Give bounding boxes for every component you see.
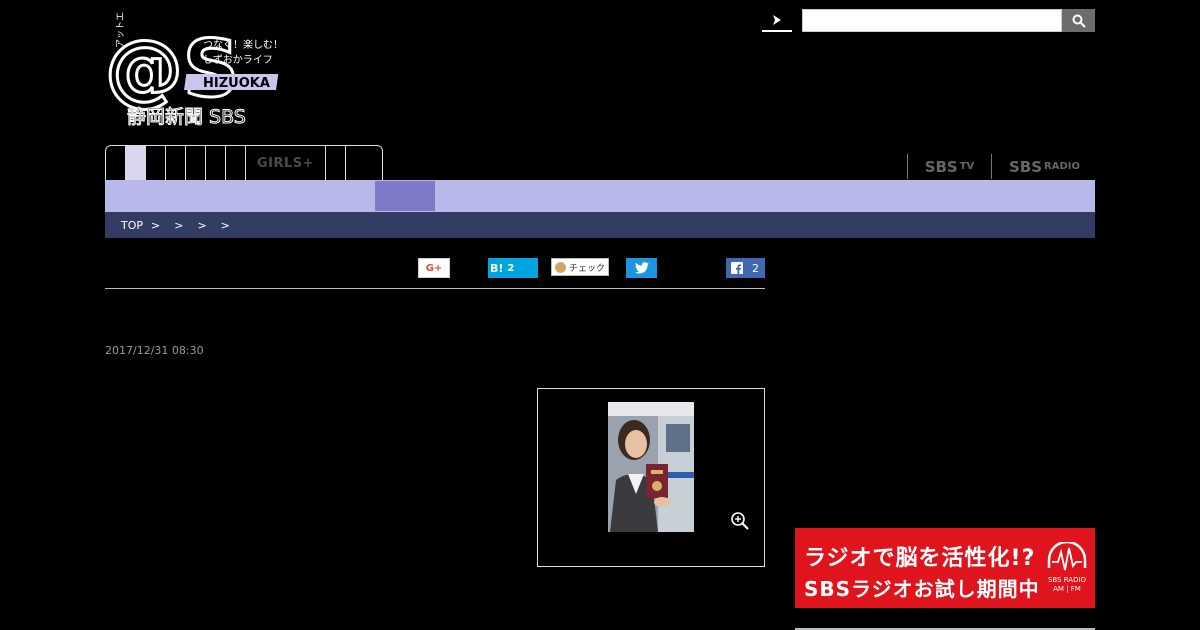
breadcrumb-top[interactable]: TOP [121, 219, 143, 232]
ad-subheadline: SBSラジオお試し期間中 [804, 577, 1040, 601]
article-header-divider [105, 288, 765, 289]
nav-tab-active[interactable] [126, 146, 146, 180]
nav-tab-girls[interactable]: GIRLS+ [246, 146, 326, 180]
facebook-icon [731, 262, 743, 274]
sbs-radio-link[interactable]: SBS RADIO [991, 154, 1097, 179]
search-icon [1072, 14, 1086, 28]
breadcrumb-separator: > [174, 218, 184, 232]
ad-logo-text: SBS RADIO AM | FM [1040, 576, 1094, 594]
hatena-bookmark-button[interactable]: B! 2 [488, 258, 538, 278]
search-toggle-underline [762, 30, 792, 32]
nav-tab-9[interactable] [326, 146, 346, 180]
brand-links: SBS TV SBS RADIO [907, 154, 1097, 179]
mixi-label: チェック [569, 263, 606, 274]
logo-tagline-2: しずおかライフ [203, 54, 273, 66]
logo-shizuoka-text: HIZUOKA [203, 76, 270, 91]
ad-logo-line1: SBS RADIO [1047, 576, 1087, 584]
search-input[interactable] [802, 9, 1062, 32]
mixi-icon [555, 261, 566, 273]
sbs-radio-label: SBS [1008, 157, 1043, 176]
sub-nav-bar [105, 180, 1095, 212]
logo-tagline-1: つなぐ！楽しむ！ [203, 38, 283, 51]
hatena-icon: B! [490, 261, 504, 275]
nav-tab-1[interactable] [106, 146, 126, 180]
sbs-tv-link[interactable]: SBS TV [907, 154, 991, 179]
sbs-radio-suffix: RADIO [1044, 161, 1080, 172]
nav-tab-3[interactable] [146, 146, 166, 180]
zoom-in-icon[interactable] [730, 511, 750, 531]
logo-at-s: @S [105, 25, 239, 115]
google-plus-share-button[interactable]: G+ [418, 258, 450, 278]
nav-tab-6[interactable] [206, 146, 226, 180]
ad-logo-line2: AM | FM [1053, 585, 1081, 593]
radio-wave-icon [1044, 540, 1090, 574]
facebook-count: 2 [752, 261, 759, 275]
sub-nav-active-item[interactable] [375, 181, 435, 211]
mixi-check-button[interactable]: チェック [551, 258, 609, 276]
breadcrumb-separator: > [220, 218, 230, 232]
search-toggle-icon[interactable] [762, 12, 792, 32]
article-photo[interactable] [608, 402, 694, 532]
breadcrumb: TOP > > > > [105, 212, 1095, 238]
sbs-tv-label: SBS [924, 157, 958, 176]
hatena-count: 2 [507, 262, 515, 274]
breadcrumb-separator: > [151, 218, 161, 232]
logo-publisher: 静岡新聞 SBS [127, 106, 246, 128]
facebook-share-button[interactable]: 2 [726, 258, 765, 278]
twitter-icon [634, 262, 649, 274]
sbs-tv-suffix: TV [959, 161, 975, 172]
main-nav: GIRLS+ [105, 145, 383, 180]
nav-tab-4[interactable] [166, 146, 186, 180]
site-logo[interactable]: アットエス @S HIZUOKA つなぐ！楽しむ！ しずおかライフ 静岡新聞 S… [105, 12, 295, 128]
ad-headline: ラジオで脳を活性化!? [804, 546, 1036, 571]
twitter-share-button[interactable] [626, 258, 657, 278]
article-date: 2017/12/31 08:30 [105, 344, 204, 357]
search-button[interactable] [1062, 9, 1095, 32]
nav-tab-10[interactable] [346, 146, 382, 180]
nav-tab-5[interactable] [186, 146, 206, 180]
breadcrumb-separator: > [197, 218, 207, 232]
nav-tab-7[interactable] [226, 146, 246, 180]
